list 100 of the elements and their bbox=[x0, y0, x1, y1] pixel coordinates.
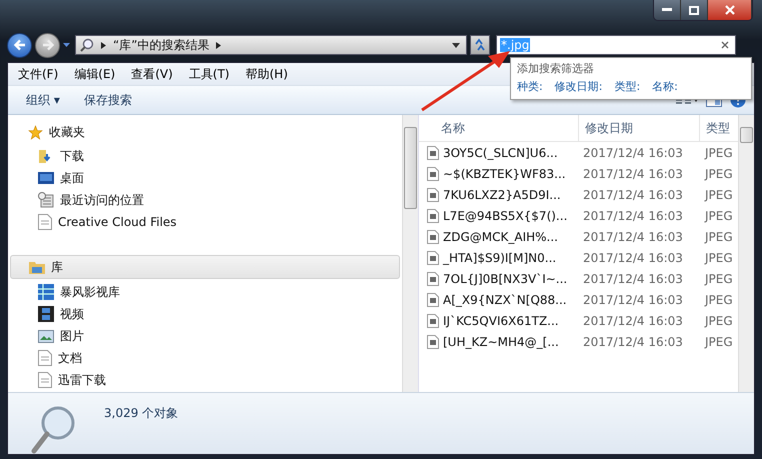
table-cell: JPEG bbox=[705, 334, 733, 348]
table-cell: JPEG bbox=[705, 250, 733, 264]
table-cell-text: _HTA]$S9)I[M]N0... bbox=[443, 250, 558, 264]
menu-item[interactable]: 查看(V) bbox=[131, 66, 173, 82]
dropdown-caret-icon[interactable] bbox=[63, 43, 70, 47]
menu-item[interactable]: 工具(T) bbox=[188, 66, 230, 82]
refresh-icon bbox=[473, 38, 487, 52]
table-cell: JPEG bbox=[705, 188, 733, 202]
picture-icon bbox=[38, 330, 54, 342]
image-file-icon bbox=[427, 188, 439, 202]
image-file-icon bbox=[427, 250, 439, 264]
maximize-icon bbox=[689, 6, 699, 14]
scrollbar[interactable] bbox=[402, 115, 418, 392]
image-file-icon bbox=[427, 292, 439, 306]
save-search-button[interactable]: 保存搜索 bbox=[76, 90, 140, 110]
table-cell: JPEG bbox=[705, 166, 733, 180]
filter-link[interactable]: 种类: bbox=[517, 79, 543, 94]
table-cell-text: 7OL{J]0B[NX3V`I~... bbox=[443, 272, 568, 286]
filter-heading: 添加搜索筛选器 bbox=[517, 61, 595, 76]
table-cell-text: 2017/12/4 16:03 bbox=[582, 272, 684, 286]
table-cell-text: 3OY5C(_SLCN]U6... bbox=[443, 146, 559, 160]
scrollbar-thumb[interactable] bbox=[404, 127, 417, 209]
close-button[interactable] bbox=[708, 0, 752, 20]
desktop-icon bbox=[38, 172, 54, 184]
forward-button[interactable] bbox=[35, 32, 60, 58]
minimize-button[interactable] bbox=[654, 0, 681, 20]
filter-link[interactable]: 名称: bbox=[652, 79, 678, 94]
minimize-icon bbox=[662, 8, 672, 12]
table-cell-text: ZDG@MCK_AIH%... bbox=[443, 230, 559, 244]
table-cell-text: IJ`KC5QVI6X61TZ... bbox=[443, 314, 560, 328]
nav-item[interactable]: Creative Cloud Files bbox=[8, 211, 402, 233]
address-bar[interactable]: “库”中的搜索结果 bbox=[75, 35, 467, 55]
organize-button[interactable]: 组织 ▾ bbox=[18, 90, 68, 110]
media-library-icon bbox=[38, 284, 54, 300]
nav-item[interactable]: 文档 bbox=[8, 347, 402, 369]
nav-section[interactable]: 库 bbox=[10, 255, 400, 279]
close-icon bbox=[724, 5, 734, 15]
item-count: 3,029 个对象 bbox=[104, 405, 178, 422]
breadcrumb-arrow-icon[interactable] bbox=[101, 42, 106, 48]
refresh-button[interactable] bbox=[470, 35, 490, 55]
film-icon bbox=[38, 306, 54, 322]
folder-icon bbox=[29, 260, 45, 274]
table-cell-text: 2017/12/4 16:03 bbox=[582, 188, 684, 202]
document-icon bbox=[38, 372, 52, 388]
maximize-button[interactable] bbox=[681, 0, 708, 20]
table-cell-text: 2017/12/4 16:03 bbox=[582, 250, 684, 264]
filter-link[interactable]: 修改日期: bbox=[554, 79, 602, 94]
search-query: *.jpg bbox=[500, 38, 530, 52]
clear-icon[interactable] bbox=[721, 41, 729, 49]
image-file-icon bbox=[427, 166, 439, 180]
table-cell-text: 2017/12/4 16:03 bbox=[582, 166, 684, 180]
menu-item[interactable]: 帮助(H) bbox=[246, 66, 288, 82]
nav-item[interactable]: 暴风影视库 bbox=[8, 281, 402, 303]
nav-item[interactable]: 迅雷下载 bbox=[8, 369, 402, 391]
column-header[interactable]: 类型 bbox=[700, 115, 730, 141]
image-file-icon bbox=[427, 230, 439, 244]
breadcrumb[interactable]: “库”中的搜索结果 bbox=[113, 36, 210, 54]
filter-link[interactable]: 类型: bbox=[614, 79, 640, 94]
nav-section[interactable]: 收藏夹 bbox=[10, 121, 400, 143]
scrollbar-thumb[interactable] bbox=[740, 127, 753, 143]
table-cell: JPEG bbox=[705, 272, 733, 286]
image-file-icon bbox=[427, 314, 439, 328]
nav-item[interactable]: 图片 bbox=[8, 325, 402, 347]
column-header[interactable]: 名称 bbox=[419, 115, 579, 141]
column-header[interactable]: 修改日期 bbox=[579, 115, 700, 141]
table-cell: JPEG bbox=[705, 314, 733, 328]
scrollbar[interactable] bbox=[738, 115, 754, 392]
table-cell: JPEG bbox=[705, 230, 733, 244]
nav-item[interactable]: 视频 bbox=[8, 303, 402, 325]
nav-item[interactable]: 最近访问的位置 bbox=[8, 189, 402, 211]
table-cell-text: 2017/12/4 16:03 bbox=[582, 292, 684, 306]
nav-item[interactable]: 桌面 bbox=[8, 167, 402, 189]
table-cell-text: 2017/12/4 16:03 bbox=[582, 314, 684, 328]
search-icon bbox=[80, 38, 94, 52]
dropdown-caret-icon[interactable] bbox=[452, 42, 460, 48]
table-cell-text: A[_X9{NZX`N[Q88... bbox=[443, 292, 568, 306]
table-cell-text: ~$(KBZTEK}WF83... bbox=[443, 166, 567, 180]
table-cell-text: L7E@94BS5X{$7()... bbox=[443, 208, 568, 222]
document-icon bbox=[38, 214, 52, 230]
table-cell: JPEG bbox=[705, 208, 733, 222]
table-cell-text: 7KU6LXZ2}A5D9I... bbox=[443, 188, 562, 202]
back-arrow-icon bbox=[12, 38, 26, 52]
breadcrumb-arrow-icon[interactable] bbox=[216, 42, 222, 48]
table-cell-text: [UH_KZ~MH4@_[... bbox=[443, 334, 560, 348]
recent-places-icon bbox=[38, 192, 54, 208]
table-cell-text: 2017/12/4 16:03 bbox=[582, 146, 684, 160]
document-icon bbox=[38, 350, 52, 366]
back-button[interactable] bbox=[7, 32, 32, 58]
menu-item[interactable]: 文件(F) bbox=[18, 66, 58, 82]
image-file-icon bbox=[427, 272, 439, 286]
nav-item[interactable]: 下载 bbox=[8, 145, 402, 167]
image-file-icon bbox=[427, 334, 439, 348]
table-cell-text: 2017/12/4 16:03 bbox=[582, 208, 684, 222]
forward-arrow-icon bbox=[40, 38, 54, 52]
table-cell-text: 2017/12/4 16:03 bbox=[582, 230, 684, 244]
star-icon bbox=[28, 124, 43, 140]
image-file-icon bbox=[427, 208, 439, 222]
image-file-icon bbox=[427, 146, 439, 160]
menu-item[interactable]: 编辑(E) bbox=[74, 66, 116, 82]
table-cell-text: 2017/12/4 16:03 bbox=[582, 334, 684, 348]
